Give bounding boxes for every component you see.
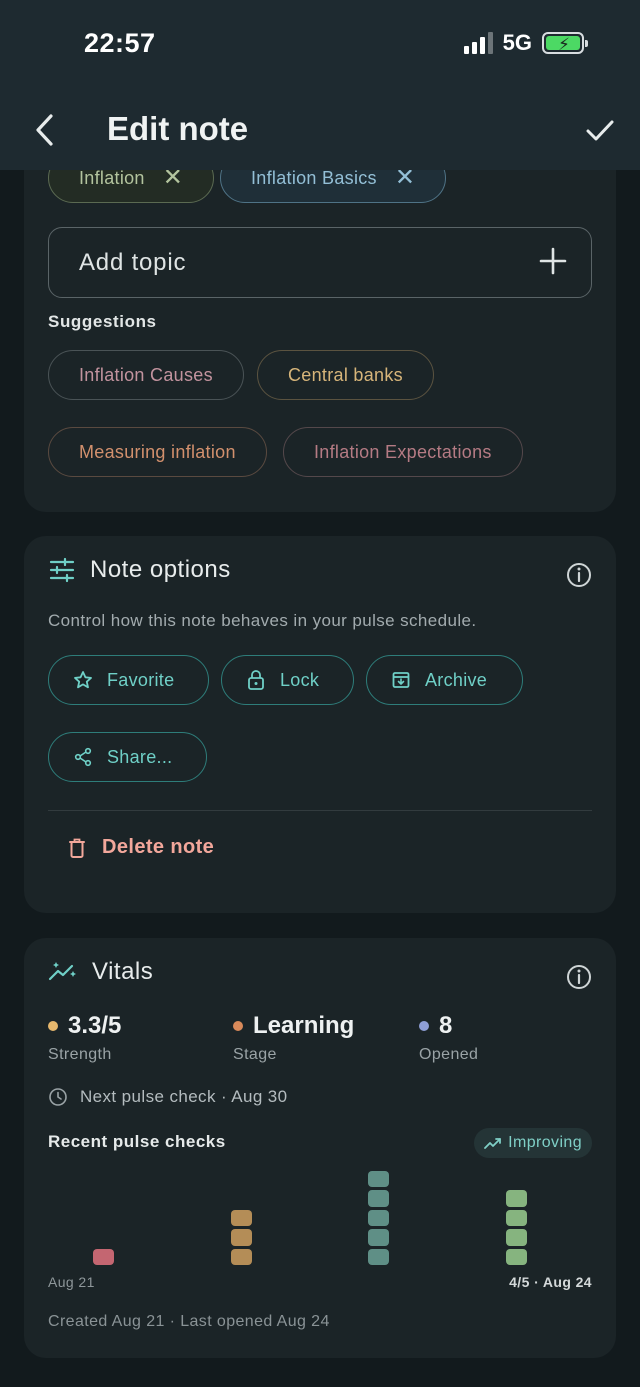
- sliders-icon: [49, 557, 75, 583]
- info-icon[interactable]: [564, 962, 594, 992]
- archive-button[interactable]: Archive: [366, 655, 523, 705]
- vitals-title: Vitals: [92, 958, 154, 985]
- archive-icon: [392, 672, 410, 688]
- note-options-title: Note options: [90, 556, 231, 583]
- suggestion-chip[interactable]: Inflation Expectations: [283, 427, 523, 477]
- clock-icon: [49, 1088, 67, 1106]
- suggestions-label: Suggestions: [48, 312, 157, 331]
- pulse-block: [230, 1248, 252, 1265]
- axis-end-label: 4/5 · Aug 24: [509, 1274, 592, 1290]
- favorite-button[interactable]: Favorite: [48, 655, 209, 705]
- pulse-check-bar: [92, 1248, 114, 1265]
- status-icons: 5G ⚡: [463, 30, 588, 56]
- delete-note-label: Delete note: [102, 836, 215, 858]
- pulse-block: [505, 1229, 527, 1246]
- share-label: Share...: [107, 746, 173, 767]
- next-pulse-check: Next pulse check · Aug 30: [48, 1087, 288, 1107]
- lock-label: Lock: [280, 669, 320, 690]
- lock-button[interactable]: Lock: [221, 655, 354, 705]
- plus-icon[interactable]: [537, 245, 569, 277]
- trend-badge: Improving: [474, 1128, 592, 1158]
- note-options-header: Note options: [48, 556, 231, 584]
- stat-opened: 8 Opened: [419, 1012, 478, 1064]
- suggestion-chip[interactable]: Inflation Causes: [48, 350, 244, 400]
- vitals-card: Vitals 3.3/5 Strength Learning Stage 8 O…: [24, 938, 616, 1358]
- suggestion-chip[interactable]: Central banks: [257, 350, 434, 400]
- add-topic-input[interactable]: Add topic: [48, 227, 592, 298]
- strength-label: Strength: [48, 1046, 112, 1063]
- divider: [48, 810, 592, 811]
- trash-icon: [69, 838, 85, 858]
- recent-pulse-label: Recent pulse checks: [48, 1132, 226, 1151]
- back-button[interactable]: [26, 110, 62, 150]
- signal-icon: [463, 32, 493, 54]
- lock-icon: [248, 670, 264, 690]
- stage-dot: [233, 1021, 243, 1031]
- pulse-check-bar: [505, 1190, 527, 1265]
- pulse-block: [505, 1190, 527, 1207]
- note-options-description: Control how this note behaves in your pu…: [48, 611, 477, 630]
- stage-value: Learning: [253, 1012, 355, 1039]
- save-button[interactable]: [580, 110, 620, 150]
- pulse-block: [367, 1170, 389, 1187]
- pulse-block: [367, 1209, 389, 1226]
- share-icon: [74, 747, 92, 767]
- page-title: Edit note: [107, 110, 249, 147]
- stage-label: Stage: [233, 1046, 277, 1063]
- pulse-block: [367, 1190, 389, 1207]
- top-bar: 22:57 5G ⚡ Edit note: [0, 0, 640, 170]
- chevron-left-icon: [36, 114, 53, 146]
- pulse-check-bar: [230, 1209, 252, 1265]
- stat-stage: Learning Stage: [233, 1012, 354, 1064]
- pulse-block: [367, 1248, 389, 1265]
- topic-chip-label: Inflation: [79, 167, 145, 188]
- axis-start-label: Aug 21: [48, 1274, 95, 1290]
- share-button[interactable]: Share...: [48, 732, 207, 782]
- opened-value: 8: [439, 1012, 453, 1039]
- strength-value: 3.3/5: [68, 1012, 122, 1039]
- add-topic-placeholder: Add topic: [79, 248, 187, 276]
- trend-up-icon: [484, 1138, 502, 1149]
- stat-strength: 3.3/5 Strength: [48, 1012, 121, 1064]
- archive-label: Archive: [425, 669, 488, 690]
- check-icon: [586, 120, 614, 141]
- network-type: 5G: [502, 30, 532, 55]
- pulse-block: [230, 1229, 252, 1246]
- favorite-label: Favorite: [107, 669, 175, 690]
- vitals-header: Vitals: [48, 958, 153, 986]
- battery-icon: ⚡: [542, 32, 588, 54]
- pulse-block: [230, 1209, 252, 1226]
- status-time: 22:57: [84, 28, 156, 58]
- opened-label: Opened: [419, 1046, 479, 1063]
- star-icon: [74, 671, 92, 689]
- pulse-block: [92, 1248, 114, 1265]
- created-footer: Created Aug 21 · Last opened Aug 24: [48, 1313, 330, 1330]
- pulse-block: [505, 1209, 527, 1226]
- pulse-check-bar: [367, 1170, 389, 1265]
- topics-card: Inflation ✕ Inflation Basics ✕ Add topic…: [24, 120, 616, 512]
- suggestion-chip[interactable]: Measuring inflation: [48, 427, 267, 477]
- pulse-block: [505, 1248, 527, 1265]
- strength-dot: [48, 1021, 58, 1031]
- delete-note-button[interactable]: Delete note: [68, 836, 214, 859]
- topic-chip-label: Inflation Basics: [251, 167, 377, 188]
- info-icon[interactable]: [564, 560, 594, 590]
- opened-dot: [419, 1021, 429, 1031]
- pulse-block: [367, 1229, 389, 1246]
- note-options-card: Note options Control how this note behav…: [24, 536, 616, 913]
- sparkle-trend-icon: [48, 962, 76, 981]
- next-pulse-text: Next pulse check · Aug 30: [80, 1087, 288, 1106]
- trend-label: Improving: [508, 1134, 582, 1151]
